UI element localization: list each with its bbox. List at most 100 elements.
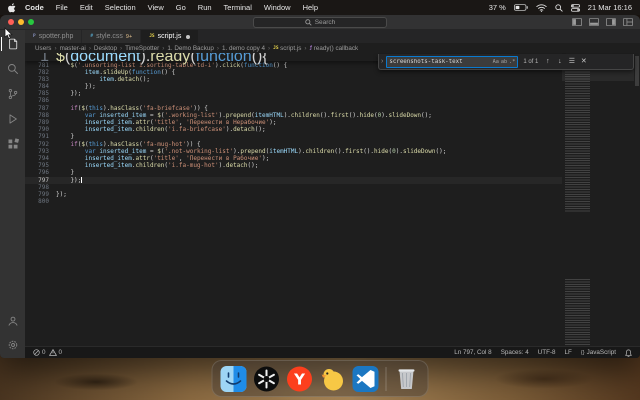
code-line-789[interactable]: 789 inserted_item.attr('title', 'Перенес… [25, 119, 562, 126]
line-number: 783 [25, 76, 56, 83]
menu-selection[interactable]: Selection [99, 3, 142, 12]
code-line-792[interactable]: 792 if($(this).hasClass('fa-mug-hot')) { [25, 141, 562, 148]
toggle-panel-icon[interactable] [589, 18, 599, 26]
code-area[interactable]: 781 $('.unsorting-list i.sorting-table-t… [25, 62, 562, 206]
toggle-secondary-sidebar-icon[interactable] [606, 18, 616, 26]
language-mode[interactable]: {}JavaScript [581, 349, 616, 356]
minimap[interactable] [562, 53, 634, 346]
code-text: inserted_item.attr('title', 'Перенести в… [56, 119, 276, 126]
code-line-783[interactable]: 783 item.detach(); [25, 76, 562, 83]
breadcrumb-item[interactable]: 1. Demo Backup [167, 45, 214, 52]
code-text: var inserted_item = $('.working-list').p… [56, 112, 432, 119]
tab-style.css[interactable]: #style.css9+ [82, 30, 141, 43]
wifi-icon[interactable] [536, 4, 547, 12]
code-line-795[interactable]: 795 inserted_item.children('i.fa-mug-hot… [25, 162, 562, 169]
code-line-799[interactable]: 799}); [25, 191, 562, 198]
code-line-798[interactable]: 798 [25, 184, 562, 191]
code-line-793[interactable]: 793 var inserted_item = $('.not-working-… [25, 148, 562, 155]
code-editor[interactable]: 1$(document).ready(function(){ 781 $('.u… [25, 53, 640, 346]
menu-terminal[interactable]: Terminal [218, 3, 258, 12]
tab-spotter.php[interactable]: Pspotter.php [25, 30, 82, 43]
whole-word-icon[interactable]: ab [501, 59, 507, 65]
menu-go[interactable]: Go [170, 3, 192, 12]
breadcrumb-item[interactable]: master-ai [60, 45, 86, 52]
close-window-button[interactable] [8, 19, 14, 25]
breadcrumb-item[interactable]: JSscript.js [273, 45, 301, 52]
scrollbar-slider[interactable] [635, 56, 639, 86]
code-text: }); [56, 191, 67, 198]
toggle-sidebar-icon[interactable] [572, 18, 582, 26]
php-file-icon: P [33, 34, 36, 39]
code-line-785[interactable]: 785 }); [25, 90, 562, 97]
menu-view[interactable]: View [142, 3, 170, 12]
breadcrumb-item[interactable]: TimeSpotter [125, 45, 159, 52]
notifications-bell-icon[interactable] [625, 349, 632, 357]
menu-file[interactable]: File [50, 3, 74, 12]
vertical-scrollbar[interactable] [634, 53, 640, 346]
code-line-787[interactable]: 787 if($(this).hasClass('fa-briefcase'))… [25, 105, 562, 112]
finder-dock-icon[interactable] [221, 366, 247, 392]
tab-script.js[interactable]: JSscript.js [141, 30, 199, 43]
breadcrumb-item[interactable]: 1. demo copy 4 [222, 45, 265, 52]
breadcrumb-item[interactable]: ƒready() callback [310, 45, 359, 52]
zoom-window-button[interactable] [28, 19, 34, 25]
duck-dock-icon[interactable] [320, 366, 346, 392]
code-line-786[interactable]: 786 [25, 97, 562, 104]
find-input[interactable]: screenshots-task-text Aaab.* [386, 56, 518, 68]
errors-indicator[interactable]: 0 [33, 349, 46, 356]
activity-bar [0, 30, 25, 358]
code-line-790[interactable]: 790 inserted_item.children('i.fa-briefca… [25, 126, 562, 133]
battery-icon[interactable] [514, 4, 528, 11]
regex-icon[interactable]: .* [509, 59, 515, 65]
menu-window[interactable]: Window [258, 3, 297, 12]
extensions-icon[interactable] [6, 137, 20, 151]
warnings-indicator[interactable]: 0 [49, 349, 63, 356]
menu-help[interactable]: Help [297, 3, 324, 12]
find-in-selection-icon[interactable]: ☰ [567, 57, 576, 66]
apple-menu-icon[interactable] [8, 3, 19, 13]
previous-match-icon[interactable]: ↑ [543, 57, 552, 66]
breadcrumb-item[interactable]: Users [35, 45, 51, 52]
cursor-position[interactable]: Ln 797, Col 8 [454, 349, 491, 356]
run-debug-icon[interactable] [6, 112, 20, 126]
code-line-788[interactable]: 788 var inserted_item = $('.working-list… [25, 112, 562, 119]
search-icon[interactable] [6, 62, 20, 76]
breadcrumb-separator: › [119, 45, 123, 52]
match-case-icon[interactable]: Aa [493, 59, 499, 65]
settings-gear-icon[interactable] [6, 338, 20, 352]
menu-code[interactable]: Code [19, 3, 50, 12]
close-find-icon[interactable]: ✕ [579, 57, 588, 66]
indentation[interactable]: Spaces: 4 [501, 349, 529, 356]
menu-edit[interactable]: Edit [74, 3, 99, 12]
tab-problems-badge: 9+ [126, 34, 132, 40]
code-line-784[interactable]: 784 }); [25, 83, 562, 90]
menu-run[interactable]: Run [192, 3, 218, 12]
next-match-icon[interactable]: ↓ [555, 57, 564, 66]
control-center-icon[interactable] [571, 4, 580, 12]
account-icon[interactable] [6, 314, 20, 328]
modified-dot-icon[interactable] [186, 35, 190, 39]
toggle-replace-icon[interactable]: › [381, 58, 383, 65]
menubar-clock[interactable]: 21 Mar 16:16 [588, 3, 632, 12]
breadcrumb-item[interactable]: Desktop [94, 45, 117, 52]
trash-dock-icon[interactable] [394, 366, 420, 392]
source-control-icon[interactable] [6, 87, 20, 101]
code-line-796[interactable]: 796 } [25, 169, 562, 176]
code-line-797[interactable]: 797 }); [25, 177, 562, 184]
chatgpt-dock-icon[interactable] [254, 366, 280, 392]
minimize-window-button[interactable] [18, 19, 24, 25]
spotlight-search-icon[interactable] [555, 4, 563, 12]
yandex-dock-icon[interactable]: Y [287, 366, 313, 392]
code-line-791[interactable]: 791 } [25, 133, 562, 140]
eol-sequence[interactable]: LF [565, 349, 572, 356]
window-titlebar[interactable]: Search [0, 15, 640, 30]
line-number: 788 [25, 112, 56, 119]
command-center-search[interactable]: Search [253, 17, 387, 28]
breadcrumb-separator: › [161, 45, 165, 52]
code-line-800[interactable]: 800 [25, 198, 562, 205]
customize-layout-icon[interactable] [623, 18, 633, 26]
code-line-794[interactable]: 794 inserted_item.attr('title', 'Перенес… [25, 155, 562, 162]
line-number: 796 [25, 169, 56, 176]
vscode-dock-icon[interactable] [353, 366, 379, 392]
encoding[interactable]: UTF-8 [538, 349, 556, 356]
